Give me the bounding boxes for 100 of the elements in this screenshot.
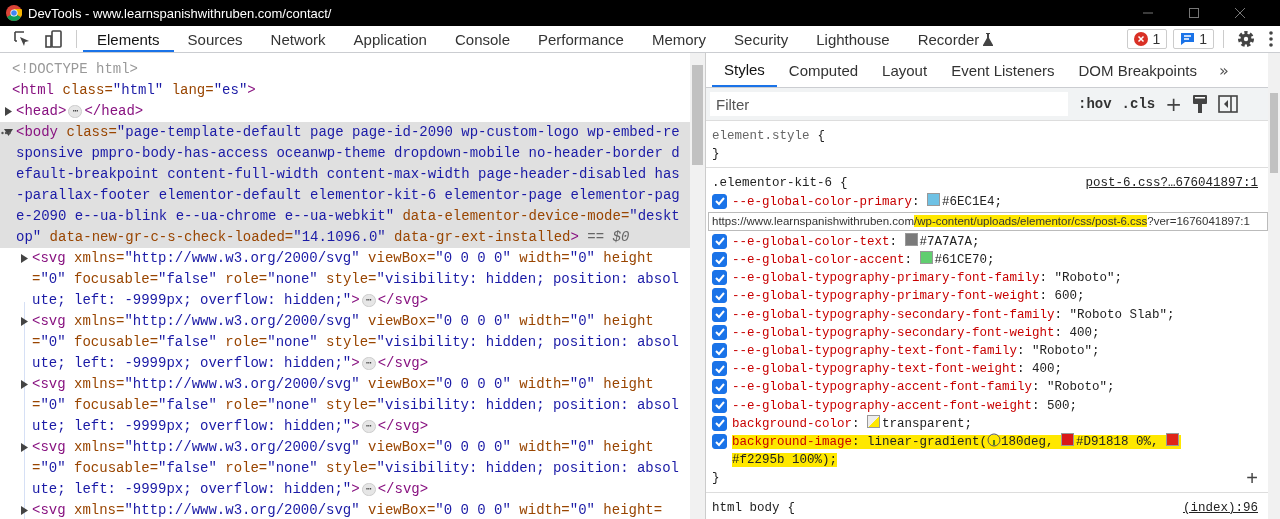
sidebar-tab[interactable]: Computed bbox=[776, 53, 871, 87]
property-value: : 400; bbox=[1017, 362, 1063, 377]
brace: } bbox=[712, 470, 720, 488]
message-count-badge[interactable]: 1 bbox=[1173, 29, 1214, 49]
property-name: background-color bbox=[732, 416, 853, 431]
sidebar-tab[interactable]: DOM Breakpoints bbox=[1066, 53, 1209, 87]
paint-brush-icon[interactable] bbox=[1192, 94, 1208, 114]
expand-arrow-icon[interactable] bbox=[20, 317, 29, 326]
maximize-icon[interactable] bbox=[1188, 7, 1200, 19]
dom-node[interactable]: <svg xmlns="http://www.w3.org/2000/svg" viewBox="0 0 0 0" width="0" height="0" focusable="false" role="none" style="visibility: hidden; position: absolute; left: -9999px; overflow: hidden;"> ⋯ </svg> bbox=[32, 437, 690, 500]
panel-tab[interactable]: Security bbox=[720, 26, 803, 52]
property-name: --e-global-typography-primary-font-weight bbox=[732, 289, 1040, 304]
property-name: --e-global-color-accent bbox=[732, 253, 905, 267]
checkbox[interactable] bbox=[712, 270, 727, 286]
property-value: : 500; bbox=[1032, 398, 1078, 413]
window-title: DevTools - www.learnspanishwithruben.com/contact/ bbox=[28, 5, 332, 21]
checkbox[interactable] bbox=[712, 233, 727, 249]
settings-icon[interactable] bbox=[1236, 29, 1256, 49]
browser-logo-icon bbox=[6, 5, 22, 21]
new-rule-button[interactable]: + bbox=[1165, 92, 1182, 116]
panel-tab[interactable]: Elements bbox=[83, 26, 174, 52]
close-icon[interactable] bbox=[1234, 7, 1246, 19]
dom-node[interactable]: <svg xmlns="http://www.w3.org/2000/svg" viewBox="0 0 0 0" width="0" height="0" focusable="false" role="none" style="visibility: hidden; position: absolute; left: -9999px; overflow: hidden;"> ⋯ </svg> bbox=[32, 374, 690, 437]
property-value: : 600; bbox=[1039, 289, 1085, 304]
sidebar-toggle-icon[interactable] bbox=[1218, 95, 1238, 113]
property-value: : "Roboto"; bbox=[1032, 380, 1115, 395]
brace: } bbox=[712, 146, 720, 164]
transparent-swatch-icon[interactable] bbox=[867, 414, 881, 428]
color-swatch-icon[interactable] bbox=[919, 251, 933, 264]
scrollbar-thumb[interactable] bbox=[692, 65, 703, 165]
property-name: --e-global-typography-accent-font-weight bbox=[732, 398, 1033, 413]
device-toolbar-icon[interactable] bbox=[44, 29, 64, 49]
panel-tab[interactable]: Network bbox=[256, 26, 340, 52]
property-value: : "Roboto Slab"; bbox=[1054, 307, 1175, 322]
checkbox[interactable] bbox=[712, 252, 727, 267]
property-name: --e-global-color-primary bbox=[732, 194, 913, 209]
brace: { bbox=[817, 128, 826, 145]
css-selector: .elementor-kit-6 bbox=[712, 175, 833, 193]
property-name: --e-global-typography-primary-font-family bbox=[732, 271, 1040, 286]
source-link[interactable]: post-6.css?…676041897:1 bbox=[1085, 174, 1258, 193]
error-count-badge[interactable]: 1 bbox=[1127, 29, 1168, 49]
property-name: --e-global-typography-secondary-font-weight bbox=[732, 325, 1055, 340]
expand-arrow-icon[interactable] bbox=[4, 107, 13, 116]
dom-node[interactable]: <head> ⋯ </head> bbox=[16, 101, 690, 122]
panel-tab[interactable]: Sources bbox=[173, 26, 257, 52]
property-value: : linear-gradient( bbox=[852, 435, 988, 450]
brace: { bbox=[840, 175, 848, 193]
checkbox[interactable] bbox=[712, 193, 727, 209]
dom-node[interactable]: <svg xmlns="http://www.w3.org/2000/svg" viewBox="0 0 0 0" width="0" height= bbox=[32, 500, 690, 519]
checkbox[interactable] bbox=[712, 434, 727, 450]
angle-dial-icon[interactable] bbox=[987, 433, 1002, 448]
dom-node[interactable]: <svg xmlns="http://www.w3.org/2000/svg" viewBox="0 0 0 0" width="0" height="0" focusable="false" role="none" style="visibility: hidden; position: absolute; left: -9999px; overflow: hidden;"> ⋯ </svg> bbox=[32, 311, 690, 374]
state-toggle-button[interactable]: .cls bbox=[1121, 96, 1156, 112]
checkbox[interactable] bbox=[712, 361, 727, 377]
property-name: --e-global-typography-text-font-weight bbox=[732, 362, 1018, 377]
color-swatch-icon[interactable] bbox=[904, 232, 918, 246]
panel-tab[interactable]: Console bbox=[440, 26, 524, 52]
property-value: : 400; bbox=[1054, 325, 1100, 340]
message-icon bbox=[1180, 32, 1196, 46]
expand-arrow-icon[interactable] bbox=[4, 128, 13, 137]
property-value: : bbox=[889, 234, 899, 249]
scrollbar-thumb[interactable] bbox=[1270, 93, 1278, 173]
checkbox[interactable] bbox=[712, 343, 727, 359]
sidebar-tab[interactable]: Event Listeners bbox=[939, 53, 1067, 87]
panel-tab[interactable]: Memory bbox=[637, 26, 721, 52]
checkbox[interactable] bbox=[712, 397, 727, 413]
dom-node[interactable]: <svg xmlns="http://www.w3.org/2000/svg" viewBox="0 0 0 0" width="0" height="0" focusable="false" role="none" style="visibility: hidden; position: absolute; left: -9999px; overflow: hidden;"> ⋯ </svg> bbox=[32, 248, 690, 311]
checkbox[interactable] bbox=[712, 324, 727, 340]
source-link[interactable]: (index):96 bbox=[1183, 498, 1258, 517]
property-value: : bbox=[904, 253, 914, 267]
panel-tab[interactable]: Recorder bbox=[903, 26, 1008, 52]
panel-tab[interactable]: Performance bbox=[524, 26, 638, 52]
more-dots-icon[interactable] bbox=[1, 131, 11, 135]
sidebar-tab[interactable]: Layout bbox=[870, 53, 940, 87]
state-toggle-button[interactable]: :hov bbox=[1078, 96, 1112, 112]
property-value: : "Roboto"; bbox=[1017, 344, 1100, 359]
checkbox[interactable] bbox=[712, 379, 727, 395]
checkbox[interactable] bbox=[712, 288, 727, 304]
brace: { bbox=[787, 499, 796, 517]
checkbox[interactable] bbox=[712, 306, 727, 322]
property-name: --e-global-color-text bbox=[732, 234, 890, 249]
expand-arrow-icon[interactable] bbox=[20, 506, 29, 515]
more-tabs-button[interactable]: » bbox=[1208, 53, 1239, 87]
expand-arrow-icon[interactable] bbox=[20, 380, 29, 389]
panel-tab[interactable]: Application bbox=[339, 26, 441, 52]
flask-icon bbox=[983, 32, 994, 46]
color-swatch-icon[interactable] bbox=[1061, 433, 1075, 447]
property-value: 180deg, bbox=[1001, 435, 1062, 450]
expand-arrow-icon[interactable] bbox=[20, 443, 29, 452]
color-swatch-icon[interactable] bbox=[927, 192, 941, 206]
dom-node[interactable]: <html class="html" lang="es"> bbox=[12, 80, 690, 101]
filter-field[interactable]: Filter bbox=[710, 92, 1068, 116]
property-value: : bbox=[852, 416, 861, 431]
add-property-button[interactable]: + bbox=[1246, 469, 1258, 488]
color-swatch-icon[interactable] bbox=[1166, 433, 1180, 447]
panel-tab[interactable]: Lighthouse bbox=[802, 26, 904, 52]
checkbox[interactable] bbox=[712, 415, 727, 431]
more-options-icon[interactable] bbox=[1268, 30, 1274, 48]
expand-arrow-icon[interactable] bbox=[20, 254, 29, 263]
property-name: background-image bbox=[732, 435, 853, 450]
